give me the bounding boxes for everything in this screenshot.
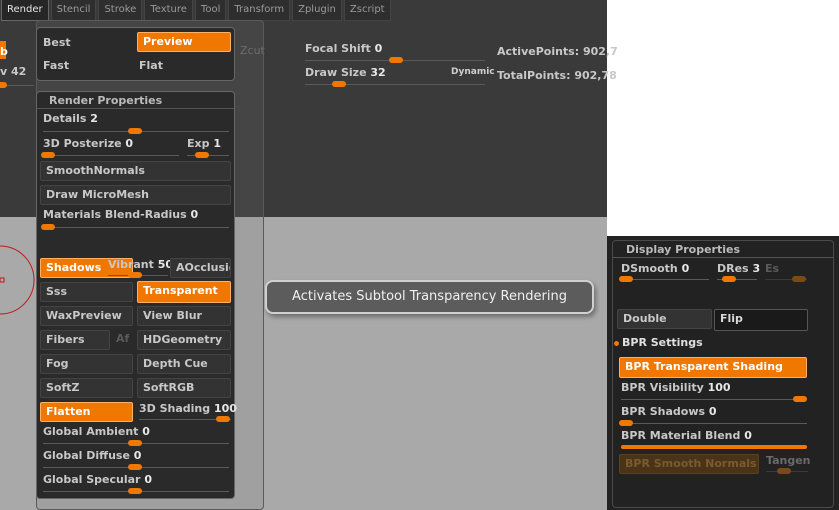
softz-button[interactable]: SoftZ: [40, 378, 133, 398]
transparent-button[interactable]: Transparent: [137, 281, 231, 303]
menu-tab-texture[interactable]: Texture: [144, 0, 193, 21]
render-properties-panel: Render Properties Details 2 3D Posterize…: [36, 91, 237, 499]
es-knob[interactable]: [792, 276, 806, 282]
aocclusion-button[interactable]: AOcclusion: [170, 258, 231, 278]
menu-tab-transform[interactable]: Transform: [228, 0, 291, 21]
menu-tab-zscript[interactable]: Zscript: [343, 0, 391, 21]
tangent-slider[interactable]: Tangen: [766, 454, 811, 467]
intensity-label: v 42: [0, 65, 27, 78]
fibers-button[interactable]: Fibers: [40, 330, 110, 350]
es-slider[interactable]: Es: [765, 262, 779, 275]
smooth-normals-button[interactable]: SmoothNormals: [40, 161, 231, 181]
bpr-shadows-knob[interactable]: [619, 420, 633, 426]
bpr-visibility-slider[interactable]: BPR Visibility 100: [621, 381, 731, 394]
flat-option[interactable]: Flat: [139, 59, 163, 72]
global-ambient-slider[interactable]: Global Ambient 0: [43, 425, 150, 438]
dsmooth-knob[interactable]: [619, 276, 633, 282]
focal-shift-knob[interactable]: [389, 57, 403, 63]
flip-button[interactable]: Flip: [714, 309, 808, 331]
posterize-knob[interactable]: [41, 152, 55, 158]
materials-blend-track[interactable]: [43, 227, 229, 228]
dynamic-button[interactable]: Dynamic: [451, 67, 495, 77]
bpr-visibility-track[interactable]: [621, 399, 807, 400]
posterize-slider[interactable]: 3D Posterize 0: [43, 137, 133, 150]
materials-blend-knob[interactable]: [41, 224, 55, 230]
active-points-readout: ActivePoints: 902,7: [497, 45, 618, 58]
preview-option[interactable]: Preview: [137, 32, 231, 52]
draw-size-slider[interactable]: Draw Size 32: [305, 66, 386, 79]
dres-slider[interactable]: DRes 3: [717, 262, 760, 275]
global-specular-knob[interactable]: [128, 488, 142, 494]
draw-micromesh-button[interactable]: Draw MicroMesh: [40, 185, 231, 205]
bpr-material-blend-track[interactable]: [621, 445, 807, 449]
posterize-track[interactable]: [43, 155, 179, 156]
menu-tab-render[interactable]: Render: [1, 0, 49, 21]
tooltip: Activates Subtool Transparency Rendering: [265, 280, 594, 314]
display-properties-title[interactable]: Display Properties: [626, 243, 740, 256]
bpr-visibility-knob[interactable]: [793, 396, 807, 402]
display-properties-panel: Display Properties DSmooth 0 DRes 3 Es D…: [607, 236, 839, 510]
tangent-knob[interactable]: [777, 468, 791, 474]
double-button[interactable]: Double: [617, 309, 712, 329]
view-blur-button[interactable]: View Blur: [137, 306, 231, 326]
divider: [37, 108, 234, 109]
brush-cursor-icon: [0, 245, 35, 315]
menu-tab-stencil[interactable]: Stencil: [50, 0, 97, 21]
global-specular-slider[interactable]: Global Specular 0: [43, 473, 152, 486]
bpr-settings-bullet-icon: [614, 341, 619, 346]
dsmooth-slider[interactable]: DSmooth 0: [621, 262, 689, 275]
flatten-button[interactable]: Flatten: [40, 402, 133, 422]
bpr-settings-header[interactable]: BPR Settings: [622, 336, 703, 349]
intensity-slider-knob[interactable]: [0, 82, 7, 88]
waxpreview-button[interactable]: WaxPreview: [40, 306, 133, 326]
softrgb-button[interactable]: SoftRGB: [137, 378, 231, 398]
vibrant-knob[interactable]: [128, 272, 142, 278]
details-knob[interactable]: [128, 128, 142, 134]
bpr-transparent-shading-button[interactable]: BPR Transparent Shading: [619, 357, 807, 378]
render-quality-popup: Best Preview Fast Flat: [36, 27, 235, 81]
global-diffuse-slider[interactable]: Global Diffuse 0: [43, 449, 141, 462]
dres-knob[interactable]: [722, 276, 736, 282]
3d-shading-slider[interactable]: 3D Shading 100: [139, 402, 237, 415]
global-ambient-knob[interactable]: [128, 440, 142, 446]
blank-region: [607, 0, 839, 236]
divider: [613, 257, 833, 258]
menu-tab-tool[interactable]: Tool: [194, 0, 227, 21]
main-menubar: Render Stencil Stroke Texture Tool Trans…: [0, 0, 391, 21]
best-option[interactable]: Best: [43, 36, 71, 49]
fog-button[interactable]: Fog: [40, 354, 133, 374]
sss-button[interactable]: Sss: [40, 282, 133, 302]
bpr-shadows-track[interactable]: [621, 423, 807, 424]
draw-mode-label: b: [0, 45, 8, 58]
bpr-smooth-normals-button[interactable]: BPR Smooth Normals: [619, 454, 759, 474]
materials-blend-radius-slider[interactable]: Materials Blend-Radius 0: [43, 208, 198, 221]
menu-tab-stroke[interactable]: Stroke: [98, 0, 143, 21]
vibrant-slider[interactable]: Vibrant 50: [108, 258, 173, 271]
af-button[interactable]: Af: [116, 332, 129, 345]
menu-tab-zplugin[interactable]: Zplugin: [292, 0, 342, 21]
depth-cue-button[interactable]: Depth Cue: [137, 354, 231, 374]
total-points-readout: TotalPoints: 902,78: [497, 69, 617, 82]
render-properties-title[interactable]: Render Properties: [49, 94, 162, 107]
fast-option[interactable]: Fast: [43, 59, 69, 72]
draw-size-knob[interactable]: [332, 81, 346, 87]
exp-knob[interactable]: [195, 152, 209, 158]
focal-shift-slider[interactable]: Focal Shift 0: [305, 42, 382, 55]
exp-slider[interactable]: Exp 1: [187, 137, 221, 150]
dsmooth-track[interactable]: [621, 279, 709, 280]
bpr-material-blend-slider[interactable]: BPR Material Blend 0: [621, 429, 752, 442]
bpr-shadows-slider[interactable]: BPR Shadows 0: [621, 405, 717, 418]
details-slider[interactable]: Details 2: [43, 112, 98, 125]
hdgeometry-button[interactable]: HDGeometry: [137, 330, 231, 350]
global-diffuse-knob[interactable]: [128, 464, 142, 470]
3d-shading-knob[interactable]: [216, 416, 230, 422]
